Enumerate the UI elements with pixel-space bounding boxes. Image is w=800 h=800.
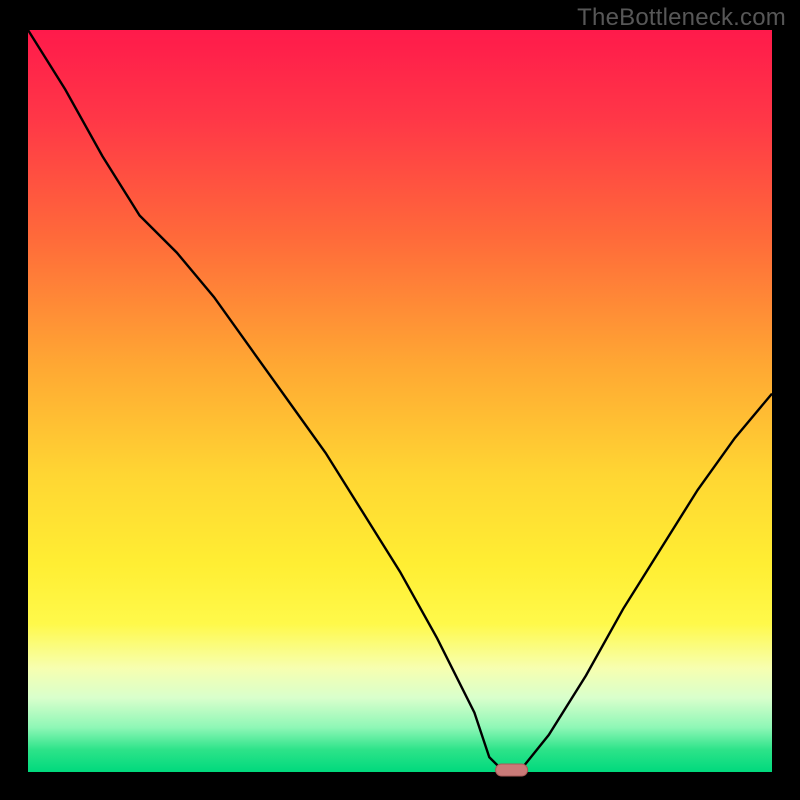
- optimal-marker: [496, 764, 528, 776]
- chart-frame: { "watermark": "TheBottleneck.com", "col…: [0, 0, 800, 800]
- watermark-text: TheBottleneck.com: [577, 4, 786, 32]
- plot-background: [28, 30, 772, 772]
- bottleneck-chart: [0, 0, 800, 800]
